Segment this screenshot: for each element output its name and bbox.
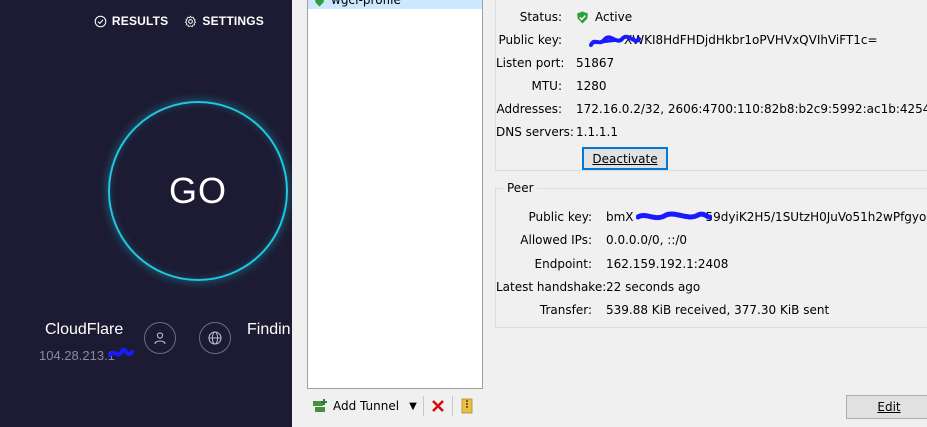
add-tunnel-label: Add Tunnel bbox=[333, 399, 400, 413]
gear-icon bbox=[185, 15, 197, 27]
handshake-label: Latest handshake: bbox=[496, 280, 607, 294]
tunnel-toolbar: Add Tunnel ▼ bbox=[312, 394, 475, 418]
public-key-label: Public key: bbox=[498, 33, 562, 47]
tunnel-item[interactable]: wgcf-profile bbox=[308, 0, 482, 9]
dns-value: 1.1.1.1 bbox=[576, 125, 618, 139]
speedtest-nav: RESULTS SETTINGS bbox=[94, 14, 264, 28]
export-tunnels-button[interactable] bbox=[459, 395, 475, 417]
handshake-value: 22 seconds ago bbox=[606, 280, 701, 294]
transfer-label: Transfer: bbox=[539, 303, 592, 317]
redaction-scribble bbox=[589, 34, 641, 47]
person-icon bbox=[154, 332, 166, 345]
handshake-row: Latest handshake: 22 seconds ago bbox=[496, 279, 700, 295]
add-tunnel-icon bbox=[313, 399, 327, 412]
addresses-row: Addresses: 172.16.0.2/32, 2606:4700:110:… bbox=[496, 101, 927, 117]
server-name: Findin bbox=[247, 321, 291, 338]
add-tunnel-button[interactable]: Add Tunnel bbox=[312, 395, 399, 417]
mtu-value: 1280 bbox=[576, 79, 607, 93]
edit-label: Edit bbox=[877, 400, 901, 414]
tunnel-name: wgcf-profile bbox=[331, 0, 401, 7]
status-label: Status: bbox=[519, 10, 562, 24]
delete-x-icon bbox=[431, 400, 444, 412]
listen-port-value: 51867 bbox=[576, 56, 615, 70]
wireguard-window: wgcf-profile Add Tunnel ▼ Status: Active… bbox=[292, 0, 927, 427]
interface-group: Status: Active Public key: XWKI8HdFHDjdH… bbox=[495, 0, 927, 171]
zip-folder-icon bbox=[461, 398, 473, 414]
globe-glyph-icon bbox=[208, 331, 222, 345]
go-label: GO bbox=[168, 170, 227, 211]
user-icon[interactable] bbox=[144, 322, 176, 354]
addresses-value: 172.16.0.2/32, 2606:4700:110:82b8:b2c9:5… bbox=[576, 102, 927, 116]
peer-public-key-label: Public key: bbox=[528, 210, 592, 224]
toolbar-separator bbox=[451, 396, 453, 416]
listen-port-label: Listen port: bbox=[496, 56, 565, 70]
addresses-label: Addresses: bbox=[496, 102, 562, 116]
redaction-scribble bbox=[636, 211, 712, 221]
status-row: Status: Active bbox=[496, 9, 632, 25]
status-value: Active bbox=[595, 10, 633, 24]
results-nav-label: RESULTS bbox=[111, 14, 169, 28]
deactivate-label: Deactivate bbox=[592, 151, 658, 166]
endpoint-row: Endpoint: 162.159.192.1:2408 bbox=[496, 256, 729, 272]
active-shield-icon bbox=[315, 0, 324, 7]
peer-public-key-start: bmX bbox=[606, 210, 634, 224]
mtu-row: MTU: 1280 bbox=[496, 78, 607, 94]
peer-group: Peer Public key: bmX 59dyiK2H5/1SUtzH0Ju… bbox=[495, 181, 927, 328]
globe-icon[interactable] bbox=[199, 322, 231, 354]
allowed-ips-value: 0.0.0.0/0, ::/0 bbox=[606, 233, 688, 247]
isp-name: CloudFlare bbox=[45, 321, 124, 338]
deactivate-button[interactable]: Deactivate bbox=[582, 147, 668, 170]
tunnel-list[interactable]: wgcf-profile bbox=[307, 0, 483, 389]
dns-row: DNS servers: 1.1.1.1 bbox=[496, 124, 618, 140]
peer-public-key-end: 59dyiK2H5/1SUtzH0JuVo51h2wPfgyo= bbox=[705, 210, 927, 224]
transfer-value: 539.88 KiB received, 377.30 KiB sent bbox=[606, 303, 830, 317]
public-key-row: Public key: XWKI8HdFHDjdHkbr1oPVHVxQVIhV… bbox=[496, 32, 878, 48]
results-nav-link[interactable]: RESULTS bbox=[94, 14, 169, 28]
settings-nav-label: SETTINGS bbox=[202, 14, 264, 28]
endpoint-label: Endpoint: bbox=[534, 257, 592, 271]
isp-ip: 104.28.213.1 bbox=[39, 348, 115, 363]
transfer-row: Transfer: 539.88 KiB received, 377.30 Ki… bbox=[496, 302, 829, 318]
add-tunnel-dropdown-icon[interactable]: ▼ bbox=[409, 401, 417, 412]
delete-tunnel-button[interactable] bbox=[430, 395, 446, 417]
toolbar-separator bbox=[422, 396, 424, 416]
speedtest-panel: RESULTS SETTINGS GO CloudFlare 104.28.21… bbox=[0, 0, 292, 427]
go-button[interactable]: GO bbox=[108, 101, 288, 281]
redaction-scribble bbox=[108, 347, 134, 357]
allowed-ips-label: Allowed IPs: bbox=[520, 233, 592, 247]
edit-button[interactable]: Edit bbox=[846, 395, 927, 419]
endpoint-value: 162.159.192.1:2408 bbox=[606, 257, 729, 271]
peer-group-title: Peer bbox=[504, 181, 537, 195]
mtu-label: MTU: bbox=[531, 79, 562, 93]
dns-label: DNS servers: bbox=[496, 125, 574, 139]
public-key-value: XWKI8HdFHDjdHkbr1oPVHVxQVIhViFT1c= bbox=[624, 33, 878, 47]
check-circle-icon bbox=[94, 15, 107, 27]
allowed-ips-row: Allowed IPs: 0.0.0.0/0, ::/0 bbox=[496, 232, 687, 248]
active-shield-icon bbox=[577, 11, 588, 23]
settings-nav-link[interactable]: SETTINGS bbox=[184, 14, 264, 28]
listen-port-row: Listen port: 51867 bbox=[496, 55, 614, 71]
